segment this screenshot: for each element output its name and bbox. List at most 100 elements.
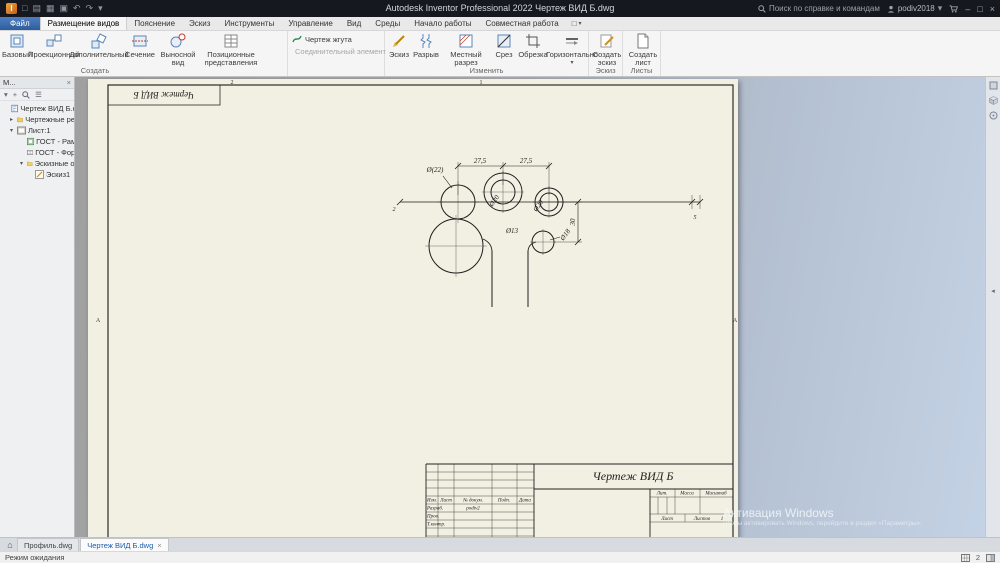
auxiliary-view-label: Дополнительный [69, 51, 128, 59]
layout-icon[interactable] [986, 554, 995, 562]
help-search-input[interactable]: Поиск по справке и командам [758, 4, 880, 13]
svg-text:Дата: Дата [518, 499, 531, 504]
base-view-button[interactable]: Базовый [2, 32, 32, 66]
doc-tab-current[interactable]: Чертеж ВИД Б.dwg × [80, 538, 168, 551]
create-sketch-button[interactable]: Создать эскиз [591, 32, 623, 66]
status-text: Режим ожидания [5, 553, 64, 562]
svg-text:Ø(22): Ø(22) [426, 166, 444, 174]
auxiliary-view-button[interactable]: Дополнительный [76, 32, 122, 66]
svg-text:Ø20: Ø20 [531, 198, 545, 214]
tree-item-gost-border[interactable]: ГОСТ - Рамка [0, 136, 74, 147]
doc-tab-close-icon[interactable]: × [157, 541, 161, 550]
tab-tools[interactable]: Инструменты [217, 17, 281, 30]
browser-menu-icon[interactable]: ☰ [35, 90, 42, 99]
svg-text:№ докум.: № докум. [462, 498, 483, 504]
tab-manage[interactable]: Управление [281, 17, 339, 30]
tab-annotate[interactable]: Пояснение [127, 17, 182, 30]
group-label-sheets: Листы [623, 66, 660, 75]
svg-text:Разраб.: Разраб. [426, 507, 443, 512]
svg-text:podiv2: podiv2 [465, 507, 480, 512]
positional-representations-button[interactable]: Позиционные представления [199, 32, 263, 66]
undo-icon[interactable]: ↶ [73, 4, 81, 13]
section-view-button[interactable]: Сечение [123, 32, 157, 66]
horizontal-button[interactable]: Горизонтально ▾ [550, 32, 594, 66]
panel-sketch: Создать эскиз Эскиз [589, 31, 623, 76]
tree-item-gost-form[interactable]: ГОСТ - Форма 1 [0, 147, 74, 158]
connector-element-button[interactable]: Соединительный элемент [292, 46, 384, 56]
close-button[interactable]: × [990, 4, 995, 14]
tree-item-drawing-resources[interactable]: ▸ Чертежные ресурсы [0, 114, 74, 125]
doc-tab-label: Чертеж ВИД Б.dwg [87, 541, 153, 550]
ribbon-tab-bar: Файл Размещение видов Пояснение Эскиз Ин… [0, 17, 1000, 31]
print-icon[interactable]: ▣ [59, 4, 68, 13]
minimize-button[interactable]: – [965, 4, 970, 14]
browser-close-icon[interactable]: × [67, 78, 71, 87]
browser-search-icon[interactable] [22, 91, 30, 99]
connector-element-label: Соединительный элемент [295, 47, 386, 56]
chevron-icon[interactable]: ▸ [8, 116, 15, 123]
save-icon[interactable]: ▦ [46, 4, 55, 13]
drawing-sheet[interactable]: Чертеж ВИД Б 2 1 А А [88, 79, 738, 537]
zone-letter: А [733, 318, 738, 324]
tab-file[interactable]: Файл [0, 17, 40, 30]
title-block: Чертеж ВИД Б Изм. Лист № докум. Подп. Да… [426, 464, 733, 537]
tab-collaborate[interactable]: Совместная работа [478, 17, 565, 30]
view-cube-icon[interactable] [988, 95, 999, 106]
navigation-bar-icon[interactable] [988, 110, 999, 121]
qat-dropdown-icon[interactable]: ▾ [98, 4, 103, 13]
tree-item-sketch-symbols[interactable]: ▾ Эскизные обознач [0, 158, 74, 169]
tree-item-sheet1[interactable]: ▾ Лист:1 [0, 125, 74, 136]
tab-environments[interactable]: Среды [368, 17, 407, 30]
maximize-button[interactable]: □ [977, 4, 982, 14]
break-out-button[interactable]: Местный разрез [441, 32, 491, 66]
cart-icon[interactable] [949, 5, 958, 13]
graphics-canvas[interactable]: Чертеж ВИД Б 2 1 А А [75, 77, 985, 537]
doc-switch-icon[interactable] [988, 80, 999, 91]
user-name: podiv2018 [898, 4, 935, 13]
open-file-icon[interactable]: ▤ [32, 4, 41, 13]
create-sheet-button[interactable]: Создать лист [625, 32, 661, 66]
break-button[interactable]: Разрыв [412, 32, 440, 66]
crop-icon [524, 32, 542, 50]
user-dropdown-icon: ▾ [938, 4, 943, 13]
svg-text:Чертеж ВИД Б: Чертеж ВИД Б [133, 90, 194, 100]
user-account-menu[interactable]: podiv2018 ▾ [887, 4, 942, 13]
slice-button[interactable]: Срез [492, 32, 516, 66]
panel-collapse-icon[interactable]: ◂ [988, 285, 999, 296]
tab-get-started[interactable]: Начало работы [407, 17, 478, 30]
browser-filter-icon[interactable]: ▾ [4, 90, 8, 99]
tab-view[interactable]: Вид [340, 17, 368, 30]
right-tool-strip: ◂ [985, 77, 1000, 537]
browser-add-icon[interactable]: + [13, 90, 17, 99]
status-bar: Режим ожидания 2 [0, 551, 1000, 563]
rotated-stamp: Чертеж ВИД Б [108, 85, 220, 105]
projected-view-button[interactable]: Проекционный [33, 32, 75, 66]
chevron-icon[interactable]: ▾ [18, 160, 25, 167]
home-icon[interactable]: ⌂ [3, 538, 17, 551]
detail-view-button[interactable]: Выносной вид [158, 32, 198, 66]
dimension-texts: 27,5 27,5 Ø(22) Ø20 Ø20 Ø13 Ø18 30 2 5 [393, 157, 697, 243]
break-icon [417, 32, 435, 50]
model-browser-panel: М... × ▾ + ☰ Чертеж ВИД Б.dwg ▸ [0, 77, 75, 537]
section-view-label: Сечение [125, 51, 155, 59]
inventor-logo-icon[interactable]: I [6, 3, 17, 14]
new-file-icon[interactable]: □ [22, 4, 27, 13]
svg-text:30: 30 [569, 218, 577, 227]
harness-icon [292, 34, 302, 44]
svg-text:Листов: Листов [693, 517, 711, 522]
tab-sketch[interactable]: Эскиз [182, 17, 217, 30]
harness-drawing-button[interactable]: Чертеж жгута [292, 34, 384, 44]
sketch-button[interactable]: Эскиз [387, 32, 411, 66]
tree-item-document[interactable]: Чертеж ВИД Б.dwg [0, 103, 74, 114]
grid-snap-icon[interactable] [961, 554, 970, 562]
tab-place-views[interactable]: Размещение видов [40, 17, 128, 30]
doc-tab-profile[interactable]: Профиль.dwg [17, 538, 79, 551]
positional-representations-label: Позиционные представления [199, 51, 263, 67]
crop-button[interactable]: Обрезка [517, 32, 549, 66]
ribbon-display-options[interactable]: □ ▾ [566, 17, 588, 30]
chevron-icon[interactable]: ▾ [8, 127, 15, 134]
redo-icon[interactable]: ↷ [86, 4, 94, 13]
tree-item-label: Эскизные обознач [35, 159, 74, 168]
svg-text:5: 5 [694, 215, 697, 221]
tree-item-sketch1[interactable]: Эскиз1 [0, 169, 74, 180]
